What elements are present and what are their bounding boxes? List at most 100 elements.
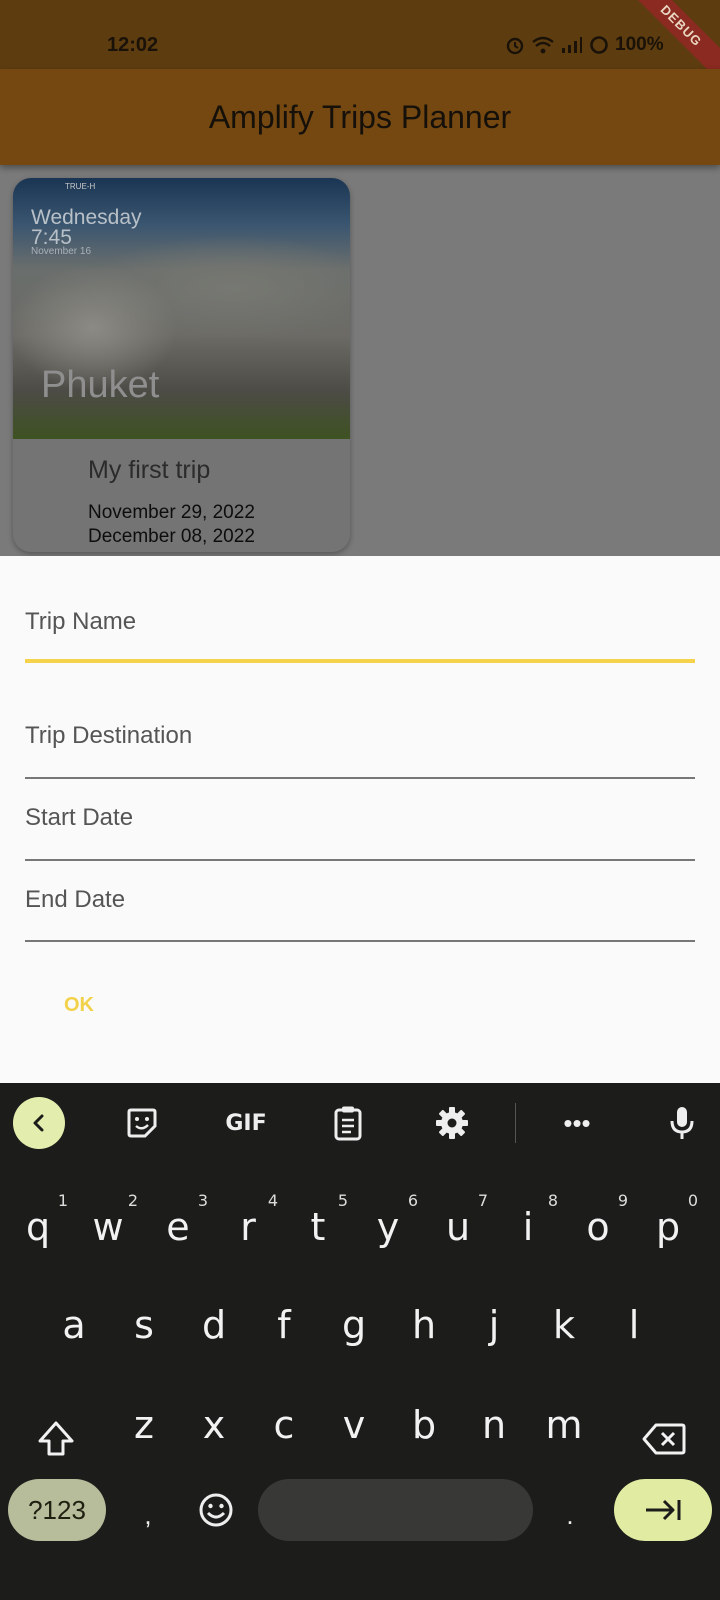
trip-destination-label: Trip Destination (25, 722, 193, 749)
key-f[interactable]: f (250, 1281, 318, 1369)
key-label: r (240, 1205, 256, 1249)
shift-key[interactable] (20, 1395, 92, 1483)
status-bar: 12:02 100% DEBUG (0, 0, 720, 88)
trip-destination-underline (25, 777, 695, 779)
trip-name-label: Trip Name (25, 608, 137, 635)
key-label: e (166, 1205, 190, 1249)
more-options-button[interactable]: ••• (551, 1097, 603, 1149)
key-v[interactable]: v (320, 1381, 388, 1469)
key-p[interactable]: p0 (634, 1183, 702, 1271)
emoji-icon (199, 1493, 233, 1527)
signal-icon (562, 37, 582, 53)
key-x[interactable]: x (180, 1381, 248, 1469)
key-u[interactable]: u7 (424, 1183, 492, 1271)
wifi-icon (532, 36, 554, 54)
backspace-key[interactable] (628, 1395, 700, 1483)
status-time: 12:02 (107, 34, 159, 56)
key-y[interactable]: y6 (354, 1183, 422, 1271)
key-i[interactable]: i8 (494, 1183, 562, 1271)
trip-end-date: December 08, 2022 (88, 526, 255, 547)
key-d[interactable]: d (180, 1281, 248, 1369)
app-bar: Amplify Trips Planner (0, 69, 720, 165)
trip-destination-text: Phuket (41, 364, 160, 406)
key-number-hint: 2 (127, 1191, 138, 1210)
trip-start-date: November 29, 2022 (88, 502, 255, 523)
trip-name-text: My first trip (88, 456, 211, 484)
comma-key[interactable]: , (120, 1479, 176, 1541)
key-number-hint: 6 (407, 1191, 418, 1210)
more-icon: ••• (563, 1107, 591, 1138)
image-carrier-text: TRUE-H (65, 182, 96, 191)
key-t[interactable]: t5 (284, 1183, 352, 1271)
battery-icon (590, 36, 608, 54)
key-a[interactable]: a (40, 1281, 108, 1369)
clipboard-button[interactable] (322, 1097, 374, 1149)
end-date-underline (25, 940, 695, 942)
key-number-hint: 3 (197, 1191, 208, 1210)
key-w[interactable]: w2 (74, 1183, 142, 1271)
shift-icon (38, 1421, 74, 1456)
key-g[interactable]: g (320, 1281, 388, 1369)
key-q[interactable]: q1 (4, 1183, 72, 1271)
key-z[interactable]: z (110, 1381, 178, 1469)
emoji-key[interactable] (186, 1479, 246, 1541)
toolbar-divider (515, 1103, 516, 1143)
start-date-label: Start Date (25, 804, 134, 831)
microphone-icon (670, 1107, 694, 1139)
alarm-icon (506, 37, 524, 55)
key-k[interactable]: k (530, 1281, 598, 1369)
keyboard-back-button[interactable] (13, 1097, 65, 1149)
key-number-hint: 5 (337, 1191, 348, 1210)
key-j[interactable]: j (460, 1281, 528, 1369)
key-n[interactable]: n (460, 1381, 528, 1469)
battery-percent: 100% (615, 34, 664, 55)
backspace-icon (642, 1423, 686, 1455)
add-trip-sheet: Trip Name Trip Destination Start Date En… (0, 556, 720, 1083)
voice-input-button[interactable] (656, 1097, 708, 1149)
app-background: 12:02 100% DEBUG Amplify Trips Planner T… (0, 0, 720, 556)
key-e[interactable]: e3 (144, 1183, 212, 1271)
key-number-hint: 8 (547, 1191, 558, 1210)
key-r[interactable]: r4 (214, 1183, 282, 1271)
soft-keyboard: GIF ••• q 1 w 2 e 3 r 4 t 5 y 6 u 7 i 8 … (0, 1083, 720, 1600)
trip-image: TRUE-H Wednesday 7:45 November 16 Phuket (13, 178, 350, 439)
key-label: o (586, 1205, 610, 1249)
settings-button[interactable] (426, 1097, 478, 1149)
key-c[interactable]: c (250, 1381, 318, 1469)
key-s[interactable]: s (110, 1281, 178, 1369)
next-field-key[interactable] (614, 1479, 712, 1541)
gif-button[interactable]: GIF (220, 1097, 272, 1149)
key-b[interactable]: b (390, 1381, 458, 1469)
key-label: t (310, 1205, 326, 1249)
trip-card[interactable]: TRUE-H Wednesday 7:45 November 16 Phuket… (13, 178, 350, 552)
key-number-hint: 9 (617, 1191, 628, 1210)
key-label: i (522, 1205, 534, 1249)
key-l[interactable]: l (600, 1281, 668, 1369)
clipboard-icon (334, 1106, 362, 1141)
key-label: y (376, 1205, 400, 1249)
symbols-key[interactable]: ?123 (8, 1479, 106, 1541)
gear-icon (436, 1107, 468, 1139)
keyboard-toolbar: GIF ••• (0, 1083, 720, 1163)
key-label: q (25, 1205, 51, 1249)
key-label: u (445, 1205, 471, 1249)
trip-name-underline-focused (25, 659, 695, 663)
app-title: Amplify Trips Planner (208, 99, 512, 135)
key-number-hint: 4 (267, 1191, 278, 1210)
space-key[interactable] (258, 1479, 533, 1541)
key-label: w (92, 1205, 124, 1249)
key-number-hint: 7 (477, 1191, 488, 1210)
end-date-label: End Date (25, 886, 126, 913)
start-date-underline (25, 859, 695, 861)
sticker-icon (127, 1108, 157, 1138)
chevron-left-icon (33, 1114, 44, 1132)
tab-arrow-icon (646, 1499, 681, 1521)
period-key[interactable]: . (544, 1479, 596, 1541)
key-m[interactable]: m (530, 1381, 598, 1469)
sticker-button[interactable] (116, 1097, 168, 1149)
key-h[interactable]: h (390, 1281, 458, 1369)
image-date-text: November 16 (31, 246, 92, 257)
key-label: p (655, 1205, 681, 1249)
ok-button[interactable]: OK (46, 981, 112, 1029)
key-o[interactable]: o9 (564, 1183, 632, 1271)
